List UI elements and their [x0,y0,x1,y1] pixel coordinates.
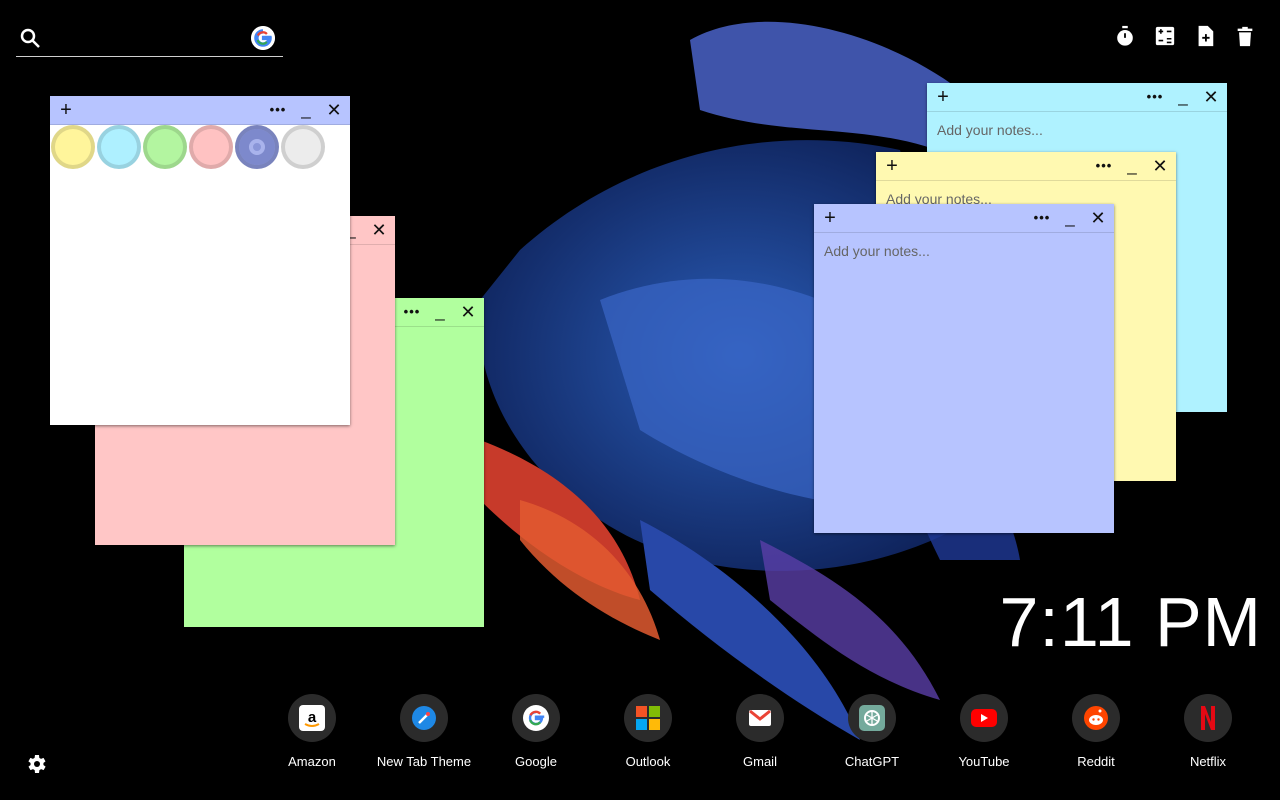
shortcut-outlook[interactable]: Outlook [592,694,704,769]
outlook-icon [636,706,660,730]
note-white-color-picker: + ••• _ ✕ [50,96,350,425]
shortcut-new-tab-theme[interactable]: New Tab Theme [368,694,480,769]
color-swatch[interactable] [235,125,279,169]
youtube-icon [971,709,997,727]
note-titlebar: + ••• _ ✕ [927,83,1227,112]
search-input[interactable] [56,26,250,52]
close-button[interactable]: ✕ [1090,208,1106,228]
timer-icon[interactable] [1114,24,1136,48]
shortcut-label: YouTube [958,754,1010,769]
google-search-icon[interactable] [251,26,275,50]
add-note-button[interactable]: + [58,100,74,120]
more-options-button[interactable]: ••• [1094,156,1114,176]
add-note-button[interactable]: + [935,87,951,107]
note-textarea[interactable] [814,233,1114,533]
note-purple: + ••• _ ✕ [814,204,1114,533]
shortcut-label: Amazon [288,754,336,769]
more-options-button[interactable]: ••• [1032,208,1052,228]
new-note-icon[interactable] [1194,24,1216,48]
top-toolbar [1114,24,1256,48]
shortcut-gmail[interactable]: Gmail [704,694,816,769]
add-note-button[interactable]: + [822,208,838,228]
color-palette [50,125,326,169]
shortcut-amazon[interactable]: a Amazon [256,694,368,769]
shortcut-bar: a Amazon New Tab Theme Google Outlook Gm… [256,694,1264,769]
netflix-icon [1201,706,1215,730]
minimize-button[interactable]: _ [1175,87,1191,107]
shortcut-netflix[interactable]: Netflix [1152,694,1264,769]
shortcut-reddit[interactable]: Reddit [1040,694,1152,769]
more-options-button[interactable]: ••• [268,100,288,120]
note-titlebar: + ••• _ ✕ [876,152,1176,181]
trash-icon[interactable] [1234,24,1256,48]
amazon-icon: a [299,705,325,731]
color-swatch[interactable] [51,125,95,169]
color-swatch[interactable] [281,125,325,169]
shortcut-google[interactable]: Google [480,694,592,769]
search-bar [16,22,283,57]
new-tab-theme-icon [412,706,436,730]
svg-text:a: a [308,709,317,726]
color-swatch[interactable] [189,125,233,169]
search-icon[interactable] [18,26,42,50]
more-options-button[interactable]: ••• [1145,87,1165,107]
minimize-button[interactable]: _ [1124,156,1140,176]
shortcut-label: Reddit [1077,754,1115,769]
shortcut-label: Google [515,754,557,769]
note-titlebar: + ••• _ ✕ [814,204,1114,233]
clock: 7:11 PM [999,583,1262,661]
minimize-button[interactable]: _ [432,302,448,322]
shortcut-label: New Tab Theme [376,754,472,769]
chatgpt-icon [859,705,885,731]
more-options-button[interactable]: ••• [402,302,422,322]
close-button[interactable]: ✕ [1152,156,1168,176]
shortcut-label: Netflix [1189,754,1227,769]
shortcut-label: Outlook [625,754,671,769]
settings-gear-icon[interactable] [24,752,48,776]
reddit-icon [1084,706,1108,730]
minimize-button[interactable]: _ [1062,208,1078,228]
gmail-icon [749,709,771,726]
note-titlebar: + ••• _ ✕ [50,96,350,125]
close-button[interactable]: ✕ [1203,87,1219,107]
color-swatch[interactable] [143,125,187,169]
shortcut-label: Gmail [743,754,777,769]
google-icon [523,705,549,731]
shortcut-youtube[interactable]: YouTube [928,694,1040,769]
close-button[interactable]: ✕ [326,100,342,120]
calculator-icon[interactable] [1154,24,1176,48]
shortcut-chatgpt[interactable]: ChatGPT [816,694,928,769]
add-note-button[interactable]: + [884,156,900,176]
close-button[interactable]: ✕ [460,302,476,322]
shortcut-label: ChatGPT [844,754,900,769]
minimize-button[interactable]: _ [298,100,314,120]
color-swatch[interactable] [97,125,141,169]
close-button[interactable]: ✕ [371,220,387,240]
